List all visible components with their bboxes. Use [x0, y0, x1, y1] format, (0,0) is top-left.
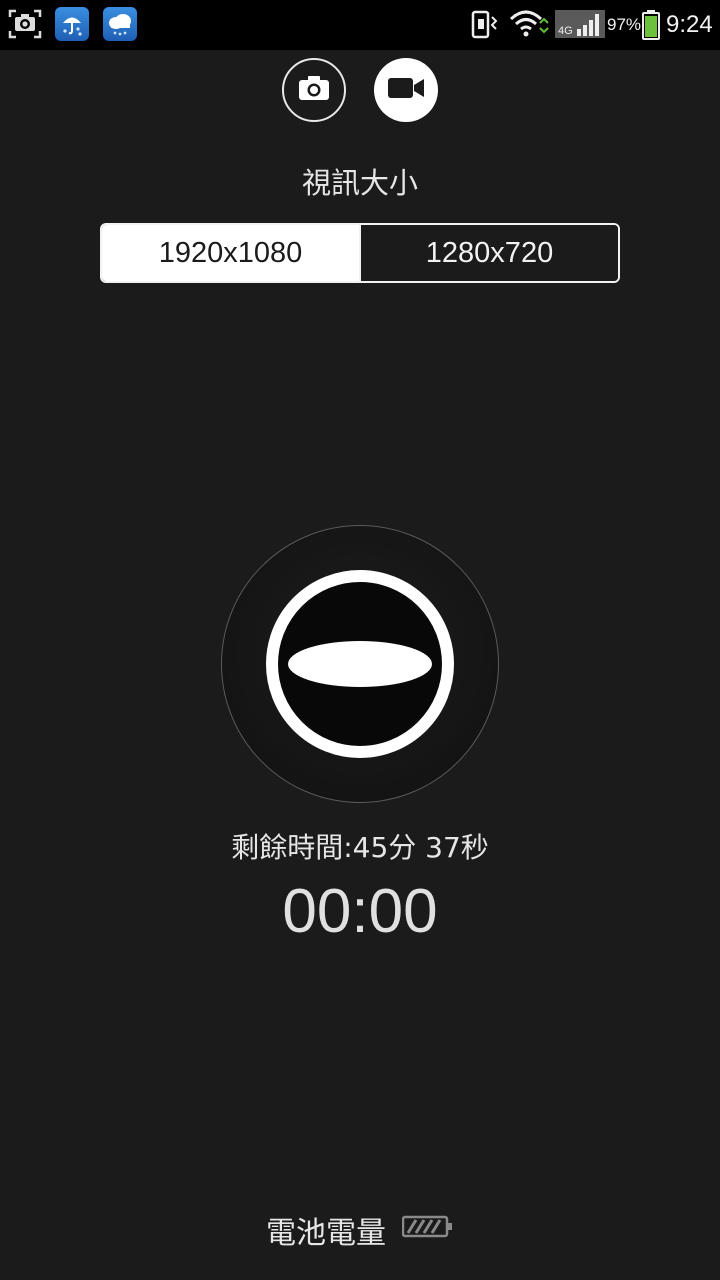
battery-low-icon [401, 1215, 454, 1243]
photo-mode-button[interactable] [282, 58, 346, 122]
video-size-title: 視訊大小 [301, 166, 418, 200]
size-option-1920x1080[interactable]: 1920x1080 [102, 225, 359, 281]
svg-text:4G: 4G [558, 25, 573, 37]
screenshot-icon [8, 7, 42, 45]
cell-signal-4g-icon: 4G [555, 7, 605, 45]
video-size-selector: 1920x1080 1280x720 [100, 223, 620, 283]
vibrate-icon [470, 7, 500, 45]
weather-cloud-rain-icon [103, 7, 137, 41]
weather-rain-icon [55, 7, 89, 41]
battery-icon [641, 7, 661, 45]
size-option-1280x720[interactable]: 1280x720 [359, 225, 618, 281]
wifi-icon [509, 7, 549, 45]
record-icon-center [288, 641, 432, 687]
video-camera-icon [387, 76, 425, 104]
clock: 9:24 [666, 11, 713, 38]
status-bar: 4G 97% 9:24 [0, 0, 720, 50]
elapsed-timer: 00:00 [282, 877, 438, 946]
battery-percent: 97% [607, 15, 642, 34]
battery-level-label: 電池電量 [266, 1216, 386, 1251]
camera-icon [297, 74, 331, 106]
video-mode-button[interactable] [374, 58, 438, 122]
remaining-time: 剩餘時間:45分 37秒 [231, 831, 489, 864]
